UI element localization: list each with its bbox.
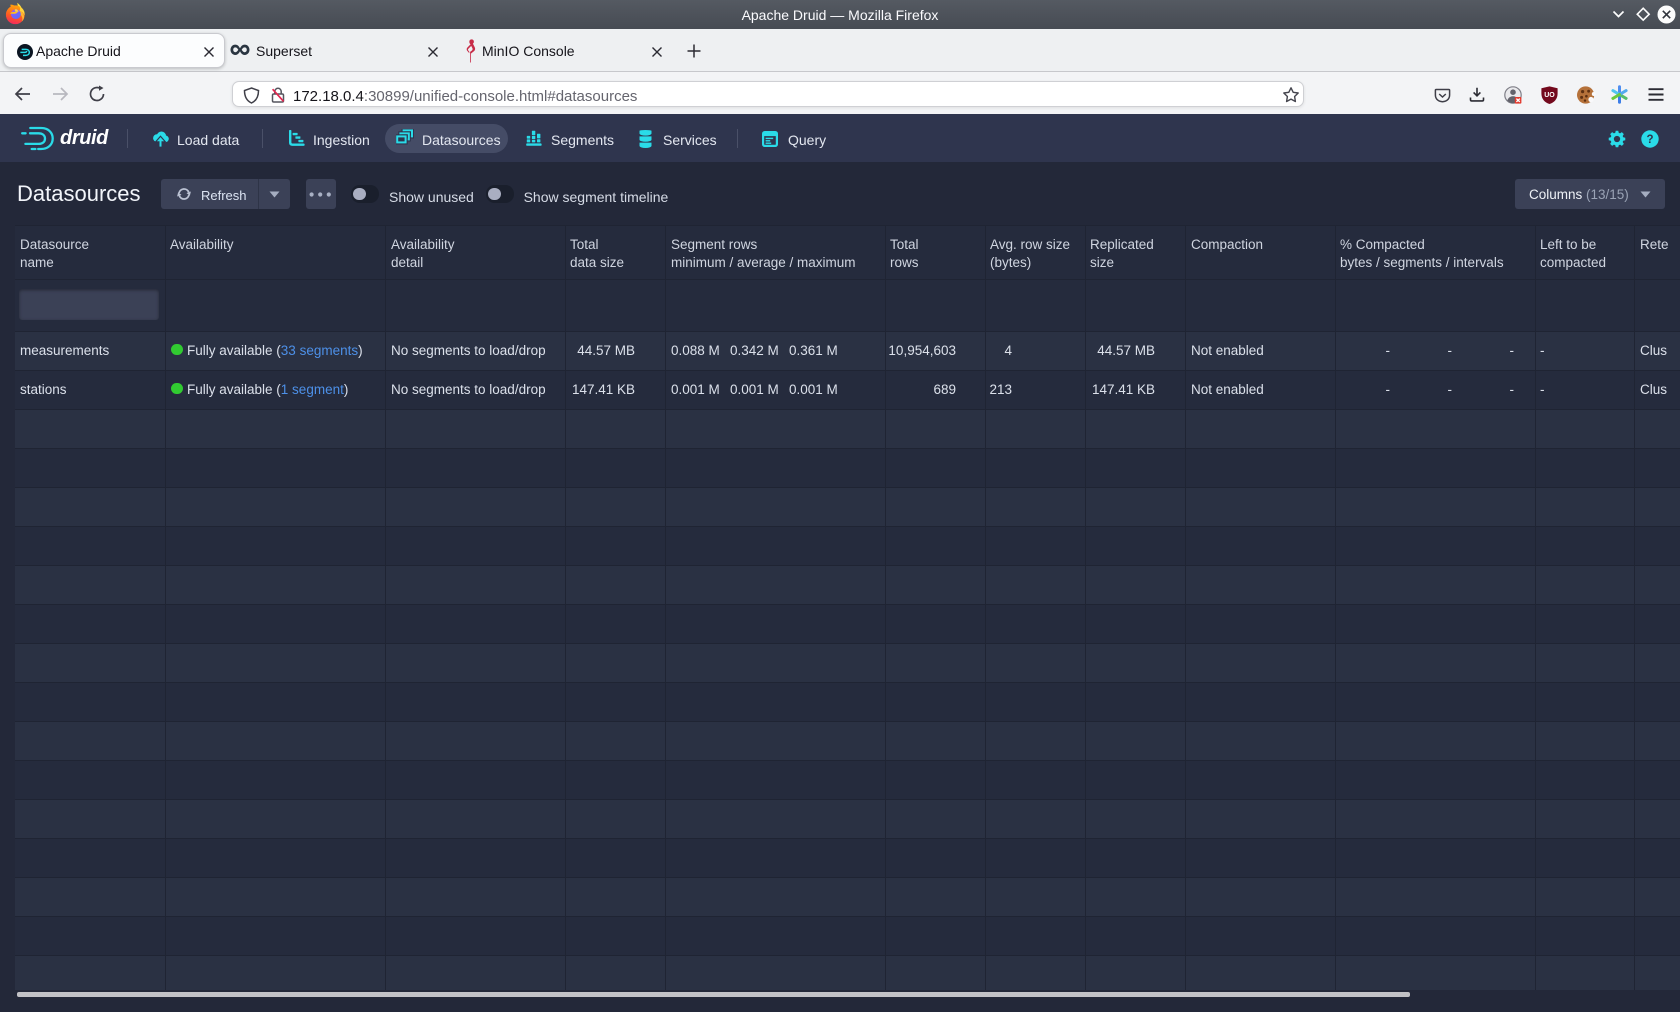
svg-text:?: ? [1646,134,1653,146]
svg-text:UO: UO [1544,92,1555,99]
